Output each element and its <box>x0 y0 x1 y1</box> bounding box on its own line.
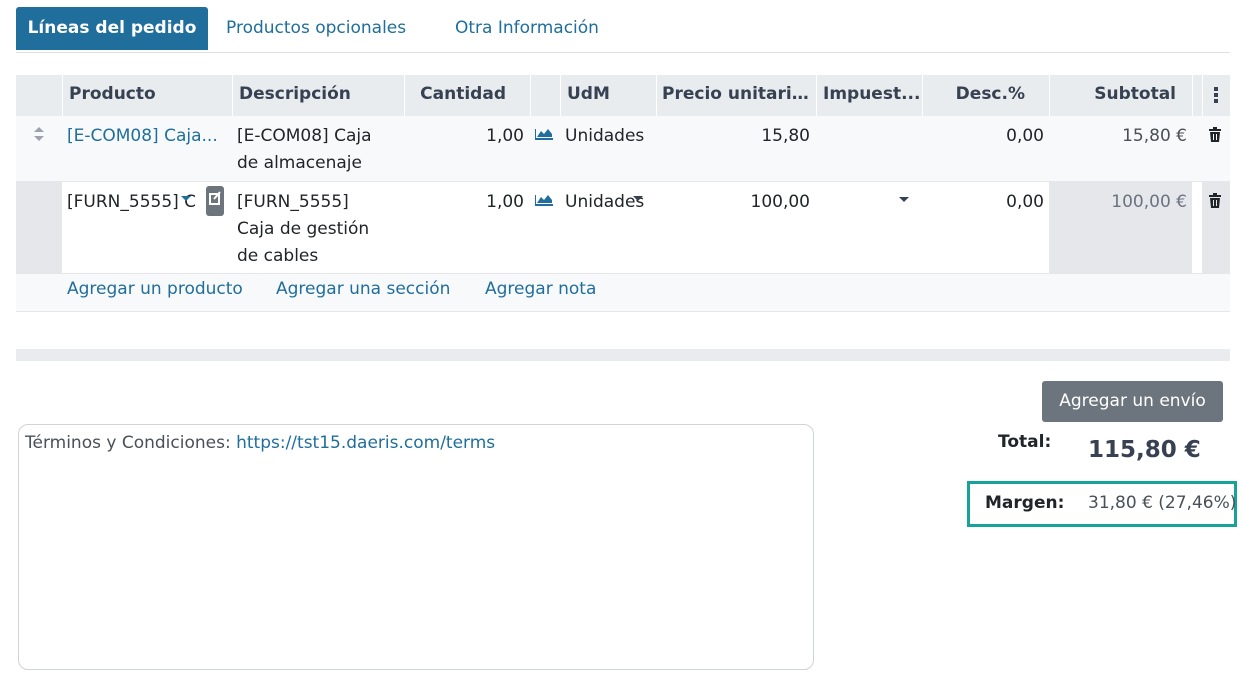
line-quantity[interactable]: 1,00 <box>436 189 524 216</box>
line-description-text: Caja de gestión <box>237 219 370 239</box>
total-amount: 115,80 € <box>1088 437 1201 463</box>
column-header-product[interactable]: Producto <box>62 75 234 116</box>
column-header-discount[interactable]: Desc.% <box>922 75 1049 116</box>
terms-label: Términos y Condiciones: <box>25 433 237 453</box>
terms-link[interactable]: https://tst15.daeris.com/terms <box>236 433 495 453</box>
external-link-icon[interactable] <box>206 186 224 216</box>
terms-text: Términos y Condiciones: https://tst15.da… <box>25 433 495 453</box>
tab-other-info[interactable]: Otra Información <box>455 7 599 50</box>
notebook-tabs: Líneas del pedido Productos opcionales O… <box>16 7 1230 53</box>
trash-icon[interactable] <box>1209 193 1221 208</box>
line-quantity[interactable]: 1,00 <box>436 123 524 150</box>
row-handle-cell <box>16 182 62 273</box>
line-description-text: [E-COM08] Caja <box>237 126 372 146</box>
uom-input[interactable]: Unidades <box>565 189 644 216</box>
column-header-taxes[interactable]: Impuest... <box>816 75 922 116</box>
dropdown-caret-icon[interactable] <box>181 196 191 202</box>
margin-highlight: Margen: 31,80 € (27,46%) <box>967 481 1237 527</box>
table-row[interactable]: [E-COM08] Caja... [E-COM08] Caja de alma… <box>16 116 1230 182</box>
tab-order-lines[interactable]: Líneas del pedido <box>16 7 208 50</box>
margin-amount: 31,80 € (27,46%) <box>1088 493 1237 513</box>
product-input[interactable]: [FURN_5555] C <box>67 189 195 216</box>
add-section-link[interactable]: Agregar una sección <box>276 279 450 299</box>
line-uom[interactable]: Unidades <box>565 123 644 150</box>
table-row-editing[interactable]: [FURN_5555] C [FURN_5555] Caja de gestió… <box>16 182 1230 274</box>
optional-columns-toggle[interactable] <box>1202 75 1230 116</box>
line-description-text: de almacenaje <box>237 153 362 173</box>
column-header-unit-price[interactable]: Precio unitario... <box>656 75 816 116</box>
forecast-chart-icon[interactable] <box>534 193 554 207</box>
column-header-quantity[interactable]: Cantidad <box>404 75 530 116</box>
unit-price-input[interactable]: 100,00 <box>706 189 810 216</box>
add-product-link[interactable]: Agregar un producto <box>67 279 243 299</box>
add-line-row: Agregar un producto Agregar una sección … <box>16 274 1230 312</box>
column-header-forecast <box>530 75 560 116</box>
order-lines-header: Producto Descripción Cantidad UdM Precio… <box>16 75 1230 116</box>
tab-optional-products[interactable]: Productos opcionales <box>226 7 406 50</box>
kebab-menu-icon <box>1214 87 1218 103</box>
discount-input[interactable]: 0,00 <box>956 189 1044 216</box>
line-description-text: [FURN_5555] <box>237 192 349 212</box>
column-header-uom[interactable]: UdM <box>560 75 656 116</box>
column-header-description[interactable]: Descripción <box>232 75 404 116</box>
add-shipping-button[interactable]: Agregar un envío <box>1042 381 1223 422</box>
line-description[interactable]: [FURN_5555] Caja de gestión de cables <box>237 189 369 270</box>
trash-icon[interactable] <box>1209 127 1221 142</box>
column-header-subtotal[interactable]: Subtotal <box>1049 75 1192 116</box>
add-note-link[interactable]: Agregar nota <box>485 279 596 299</box>
column-header-spacer <box>1192 75 1202 116</box>
line-product[interactable]: [E-COM08] Caja... <box>67 123 227 150</box>
line-description[interactable]: [E-COM08] Caja de almacenaje <box>237 123 372 177</box>
line-description-text: de cables <box>237 246 319 266</box>
forecast-chart-icon[interactable] <box>534 127 554 141</box>
dropdown-caret-icon[interactable] <box>633 196 643 202</box>
total-label: Total: <box>998 432 1052 452</box>
line-discount[interactable]: 0,00 <box>956 123 1044 150</box>
line-unit-price[interactable]: 15,80 <box>706 123 810 150</box>
terms-and-conditions-field[interactable]: Términos y Condiciones: https://tst15.da… <box>18 424 814 670</box>
margin-label: Margen: <box>985 493 1065 513</box>
dropdown-caret-icon[interactable] <box>899 197 909 203</box>
line-subtotal: 100,00 € <box>1111 192 1187 212</box>
horizontal-scrollbar[interactable] <box>16 349 1230 361</box>
drag-handle-icon[interactable] <box>33 126 45 142</box>
line-subtotal: 15,80 € <box>1122 126 1187 146</box>
